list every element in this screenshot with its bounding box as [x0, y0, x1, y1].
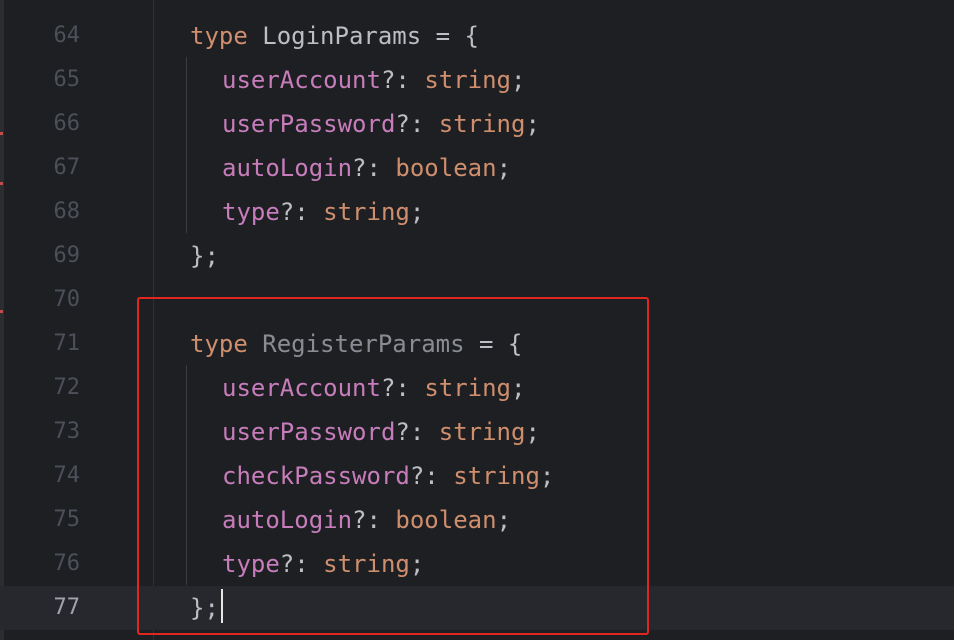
- code-token: ;: [496, 154, 512, 182]
- indent-guide: [186, 57, 187, 233]
- code-token: type: [190, 22, 248, 50]
- code-token: ?:: [352, 154, 396, 182]
- code-token: ;: [409, 198, 425, 226]
- code-token: ?:: [279, 550, 324, 578]
- code-token: ?:: [279, 198, 324, 226]
- code-line[interactable]: 65 userAccount?: string;: [0, 58, 954, 102]
- line-number: 66: [53, 111, 81, 136]
- line-number: 73: [53, 419, 81, 444]
- text-cursor: [220, 589, 223, 623]
- code-line[interactable]: 63: [0, 0, 954, 14]
- code-token: ;: [539, 462, 555, 490]
- code-line[interactable]: 72 userAccount?: string;: [0, 366, 954, 410]
- code-token: autoLogin: [222, 506, 353, 534]
- code-token: string: [323, 198, 410, 226]
- code-token: ?:: [395, 110, 439, 138]
- line-number: 69: [53, 243, 81, 268]
- code-text[interactable]: };: [190, 234, 219, 278]
- code-token: ?:: [352, 506, 396, 534]
- code-token: userAccount: [222, 374, 381, 402]
- code-token: ?:: [395, 418, 439, 446]
- code-token: ;: [525, 418, 540, 446]
- code-token: ;: [496, 506, 512, 534]
- indent-guide: [186, 365, 187, 585]
- line-number: 72: [53, 375, 81, 400]
- line-number: 64: [53, 23, 81, 48]
- code-line[interactable]: 71 type RegisterParams = {: [0, 322, 954, 366]
- code-token: string: [424, 374, 512, 402]
- line-number: 63: [0, 0, 81, 14]
- code-text[interactable]: type?: string;: [222, 190, 424, 234]
- code-line[interactable]: 67 autoLogin?: boolean;: [0, 146, 954, 190]
- code-token: string: [438, 418, 526, 446]
- line-number: 75: [53, 507, 81, 532]
- line-number: 68: [53, 199, 81, 224]
- code-line-current[interactable]: 77};: [0, 586, 954, 630]
- code-text[interactable]: type LoginParams = {: [190, 14, 479, 58]
- code-line[interactable]: 70: [0, 278, 954, 322]
- code-text[interactable]: userAccount?: string;: [222, 58, 525, 102]
- code-token: ?:: [409, 462, 454, 490]
- code-text[interactable]: userAccount?: string;: [222, 366, 525, 410]
- code-token: ;: [511, 374, 526, 402]
- code-line[interactable]: 73 userPassword?: string;: [0, 410, 954, 454]
- code-token: type: [222, 550, 280, 578]
- code-token: userAccount: [222, 66, 381, 94]
- line-number: 67: [53, 155, 81, 180]
- code-line[interactable]: 75 autoLogin?: boolean;: [0, 498, 954, 542]
- line-number: 74: [53, 463, 81, 488]
- code-token: string: [424, 66, 512, 94]
- code-line[interactable]: 68 type?: string;: [0, 190, 954, 234]
- code-token: = {: [464, 330, 523, 358]
- code-editor[interactable]: 63 64 type LoginParams = { 65 userAccount?:…: [0, 0, 954, 640]
- code-line[interactable]: 66 userPassword?: string;: [0, 102, 954, 146]
- code-line[interactable]: 76 type?: string;: [0, 542, 954, 586]
- code-token: string: [323, 550, 410, 578]
- code-token: boolean: [395, 154, 497, 182]
- code-token: ;: [525, 110, 540, 138]
- code-token: boolean: [395, 506, 497, 534]
- code-token: userPassword: [222, 110, 396, 138]
- code-line[interactable]: 74 checkPassword?: string;: [0, 454, 954, 498]
- code-token: autoLogin: [222, 154, 353, 182]
- code-token: type: [190, 330, 248, 358]
- code-text[interactable]: type?: string;: [222, 542, 424, 586]
- code-token: checkPassword: [222, 462, 410, 490]
- code-text[interactable]: autoLogin?: boolean;: [222, 498, 511, 542]
- code-token: ?:: [380, 66, 425, 94]
- code-token: };: [190, 594, 219, 622]
- code-token: RegisterParams: [262, 330, 465, 358]
- code-token: = {: [421, 22, 479, 50]
- code-token: LoginParams: [262, 22, 422, 50]
- code-token: string: [453, 462, 540, 490]
- code-token: };: [190, 242, 219, 270]
- code-text[interactable]: checkPassword?: string;: [222, 454, 554, 498]
- line-number: 70: [53, 287, 81, 312]
- code-token: ?:: [380, 374, 425, 402]
- code-token: string: [438, 110, 526, 138]
- code-text[interactable]: userPassword?: string;: [222, 410, 540, 454]
- code-text[interactable]: autoLogin?: boolean;: [222, 146, 511, 190]
- line-number: 77: [53, 595, 81, 620]
- code-token: userPassword: [222, 418, 396, 446]
- code-text[interactable]: };: [190, 586, 223, 630]
- line-number: 65: [53, 67, 81, 92]
- code-line[interactable]: 64 type LoginParams = {: [0, 14, 954, 58]
- code-text[interactable]: type RegisterParams = {: [190, 322, 522, 366]
- line-number: 71: [53, 331, 81, 356]
- code-token: ;: [409, 550, 425, 578]
- code-text[interactable]: userPassword?: string;: [222, 102, 540, 146]
- line-number: 76: [53, 551, 81, 576]
- code-token: type: [222, 198, 280, 226]
- code-token: ;: [511, 66, 526, 94]
- code-line[interactable]: 69};: [0, 234, 954, 278]
